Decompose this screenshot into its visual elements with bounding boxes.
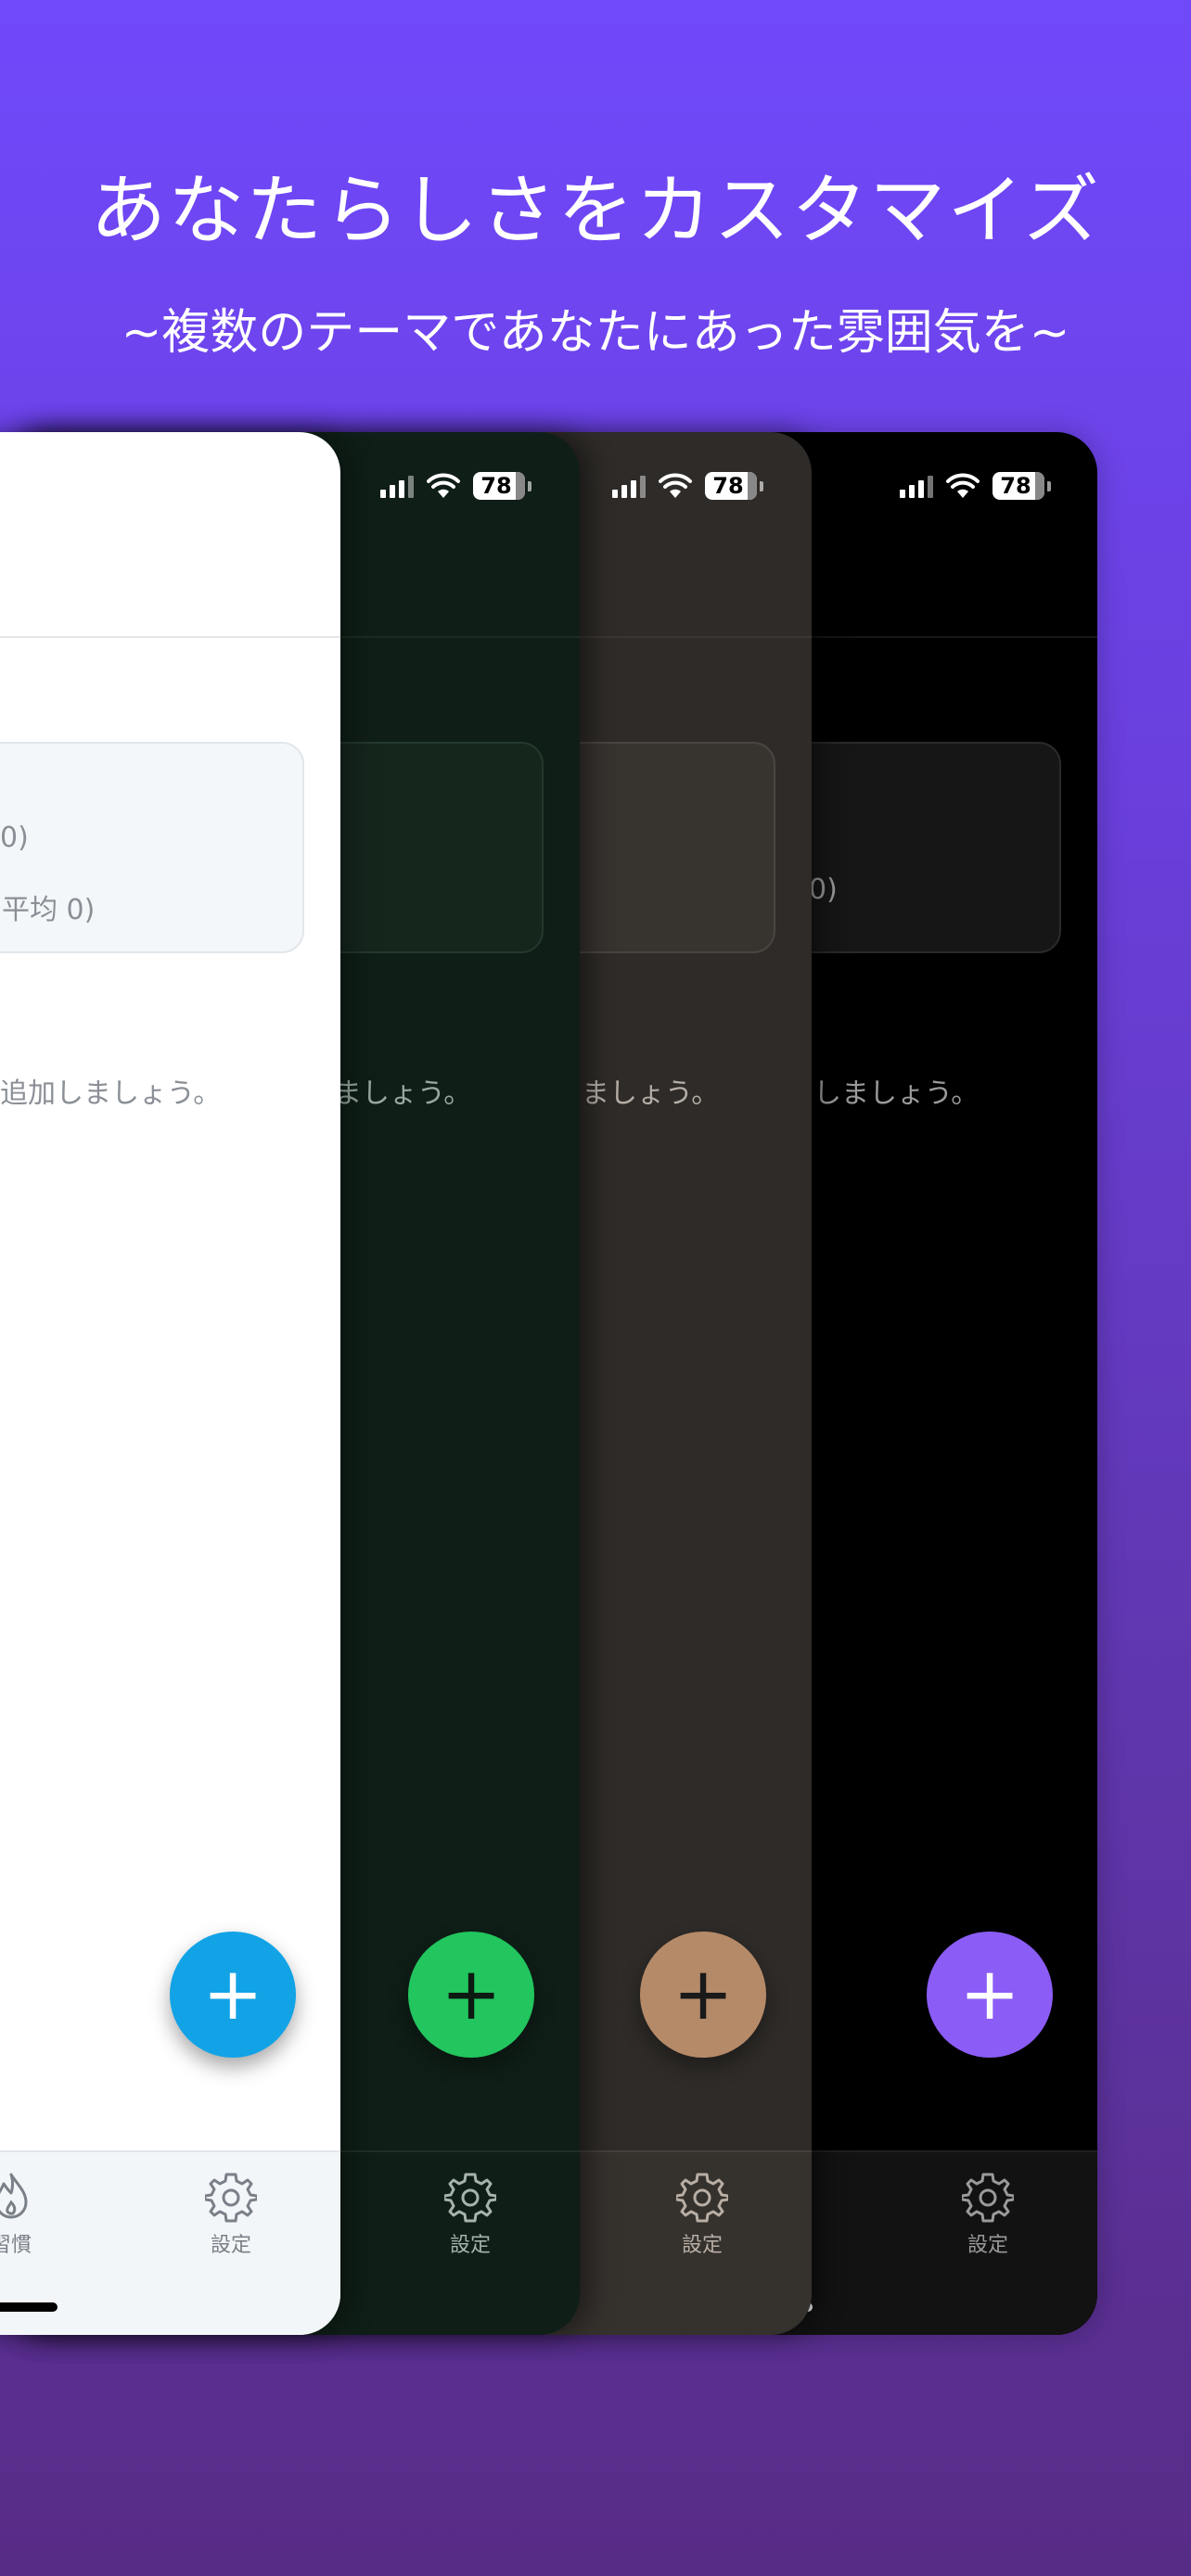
subline: ~複数のテーマであなたにあった雰囲気を~ bbox=[121, 305, 1070, 361]
tab-settings-label: 設定 bbox=[449, 2234, 491, 2257]
header-divider bbox=[0, 636, 340, 638]
add-habit-fab[interactable]: + bbox=[170, 1932, 296, 2058]
gear-icon bbox=[205, 2173, 257, 2223]
summary-line-1: 0) bbox=[0, 822, 29, 854]
wifi-icon bbox=[427, 473, 460, 498]
status-bar: 78 bbox=[900, 469, 1051, 503]
flame-icon bbox=[0, 2173, 28, 2219]
add-habit-fab[interactable]: + bbox=[640, 1932, 766, 2058]
status-bar: 78 bbox=[380, 469, 531, 503]
battery-level: 78 bbox=[1000, 473, 1031, 499]
gear-icon bbox=[962, 2173, 1014, 2223]
tab-settings[interactable]: 設定 bbox=[175, 2171, 287, 2258]
tab-settings[interactable]: 設定 bbox=[415, 2171, 526, 2258]
battery-icon: 78 bbox=[705, 472, 757, 500]
tab-settings-label: 設定 bbox=[681, 2234, 723, 2257]
tab-habits[interactable]: 習慣 bbox=[0, 2171, 67, 2258]
gear-icon bbox=[444, 2173, 496, 2223]
signal-icon bbox=[900, 474, 933, 498]
tab-settings[interactable]: 設定 bbox=[932, 2171, 1044, 2258]
battery-nub bbox=[760, 480, 763, 491]
tab-settings-label: 設定 bbox=[967, 2234, 1008, 2257]
signal-icon bbox=[612, 474, 646, 498]
empty-message: しましょう。 bbox=[813, 1078, 980, 1110]
signal-icon bbox=[380, 474, 414, 498]
battery-icon: 78 bbox=[992, 472, 1044, 500]
home-indicator bbox=[0, 2302, 58, 2312]
status-bar: 78 bbox=[612, 469, 763, 503]
wifi-icon bbox=[659, 473, 692, 498]
battery-level: 78 bbox=[480, 473, 512, 499]
wifi-icon bbox=[946, 473, 980, 498]
battery-nub bbox=[1047, 480, 1051, 491]
summary-line-2: 0) bbox=[809, 874, 838, 906]
battery-level: 78 bbox=[712, 473, 744, 499]
summary-card[interactable]: 0) bbox=[770, 742, 1061, 953]
empty-message: 追加しましょう。 bbox=[0, 1078, 222, 1110]
tab-settings[interactable]: 設定 bbox=[647, 2171, 758, 2258]
summary-line-2: 平均 0) bbox=[2, 894, 96, 926]
empty-message: ましょう。 bbox=[582, 1078, 720, 1110]
empty-message: ましょう。 bbox=[334, 1078, 472, 1110]
tab-habits-label: 習慣 bbox=[0, 2234, 32, 2257]
add-habit-fab[interactable]: + bbox=[927, 1932, 1053, 2058]
add-habit-fab[interactable]: + bbox=[408, 1932, 534, 2058]
tab-settings-label: 設定 bbox=[210, 2234, 251, 2257]
headline: あなたらしさをカスタマイズ bbox=[90, 167, 1101, 255]
theme-preview-light: 0) 平均 0) 追加しましょう。 + 習慣 設定 bbox=[0, 432, 340, 2335]
battery-nub bbox=[528, 480, 531, 491]
gear-icon bbox=[676, 2173, 728, 2223]
summary-card[interactable]: 0) 平均 0) bbox=[0, 742, 304, 953]
battery-icon: 78 bbox=[473, 472, 525, 500]
